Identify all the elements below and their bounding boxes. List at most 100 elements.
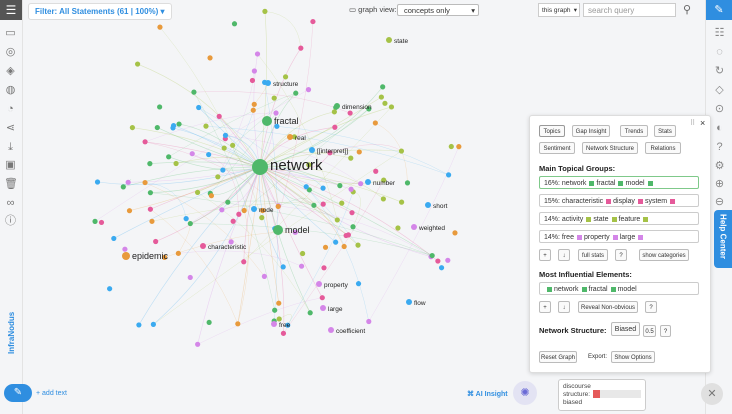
group-keyword[interactable]: characteristic — [562, 198, 603, 205]
network-graph[interactable]: network fractal model epidemic structure dime… — [22, 0, 527, 370]
topical-group-row[interactable]: 14%: activity state feature — [539, 212, 699, 225]
group-keyword[interactable]: display — [613, 198, 635, 205]
layers-icon[interactable]: ◎ — [4, 46, 17, 59]
group-keyword[interactable]: state — [593, 216, 608, 223]
graph-label[interactable]: node — [259, 207, 274, 214]
settings-icon[interactable]: ⚙ — [713, 160, 726, 173]
add-text-icon[interactable]: ✎ — [4, 384, 32, 402]
search-icon[interactable]: ⚲ — [683, 3, 691, 16]
close-circle-icon[interactable]: ✕ — [701, 383, 723, 405]
group-keyword[interactable]: network — [562, 180, 587, 187]
graph-label[interactable]: dimension — [342, 104, 372, 111]
graph-label[interactable]: state — [394, 38, 408, 45]
search-input[interactable]: search query — [583, 3, 676, 17]
expand-groups-button[interactable]: + — [539, 249, 551, 261]
ai-insight-link[interactable]: ⌘ AI Insight — [467, 390, 508, 398]
download-groups-button[interactable]: ↓ — [558, 249, 570, 261]
show-categories-button[interactable]: show categories — [639, 249, 689, 261]
tab-topics[interactable]: Topics — [539, 125, 565, 137]
circle-icon[interactable]: ◌ — [713, 46, 726, 59]
influential-keyword[interactable]: network — [554, 286, 579, 293]
group-keyword[interactable]: model — [625, 180, 644, 187]
palette-icon[interactable]: ◍ — [4, 84, 17, 97]
close-panel-button[interactable]: × — [700, 118, 705, 128]
influential-keyword[interactable]: fractal — [589, 286, 608, 293]
menu-icon[interactable]: ☰ — [0, 0, 22, 20]
graph-label[interactable]: fractal — [274, 116, 299, 126]
topical-group-row[interactable]: 15%: characteristic display system — [539, 194, 699, 207]
influential-color-swatch — [610, 286, 616, 292]
graph-label[interactable]: property — [324, 282, 349, 289]
ai-brain-icon[interactable]: ✺ — [513, 381, 537, 405]
tab-network-structure[interactable]: Network Structure — [582, 142, 638, 154]
graph-node — [380, 196, 386, 202]
target-icon[interactable]: ⊙ — [713, 103, 726, 116]
group-keyword[interactable]: fractal — [596, 180, 615, 187]
tab-gap-insight[interactable]: Gap Insight — [572, 125, 610, 137]
group-keyword[interactable]: feature — [619, 216, 641, 223]
full-stats-button[interactable]: full stats — [578, 249, 608, 261]
link-icon[interactable]: ∞ — [4, 197, 17, 210]
trash-icon[interactable]: 🗑 — [4, 178, 18, 191]
add-text-link[interactable]: + add text — [36, 390, 67, 397]
influential-row[interactable]: network fractal model — [539, 282, 699, 295]
topical-group-row[interactable]: 16%: network fractal model — [539, 176, 699, 189]
help-icon[interactable]: ? — [713, 141, 726, 154]
group-keyword[interactable]: free — [562, 234, 574, 241]
topical-group-row[interactable]: 14%: free property large — [539, 230, 699, 243]
graph-node — [187, 274, 193, 281]
help-center-button[interactable]: Help Center — [714, 210, 732, 268]
graph-label[interactable]: epidemic — [132, 251, 169, 261]
graph-label[interactable]: weighted — [418, 225, 445, 232]
graph-label[interactable]: structure — [273, 81, 299, 88]
chat-icon[interactable]: ✎ — [706, 0, 732, 20]
group-keyword[interactable]: large — [620, 234, 636, 241]
show-options-button[interactable]: Show Options — [611, 351, 655, 363]
influential-help-button[interactable]: ? — [645, 301, 657, 313]
refresh-icon[interactable]: ↻ — [713, 65, 726, 78]
influential-keyword[interactable]: model — [618, 286, 637, 293]
zoom-in-icon[interactable]: ⊕ — [713, 178, 726, 191]
group-keyword[interactable]: property — [584, 234, 610, 241]
share-icon[interactable]: ⋖ — [4, 122, 17, 135]
graph-label[interactable]: free — [279, 322, 291, 329]
tab-relations[interactable]: Relations — [645, 142, 681, 154]
group-keyword[interactable]: activity — [562, 216, 583, 223]
structure-help-button[interactable]: ? — [660, 325, 671, 337]
graph-label[interactable]: characteristic — [208, 244, 247, 251]
layers-alt-icon[interactable]: ◈ — [4, 65, 17, 78]
groups-help-button[interactable]: ? — [615, 249, 627, 261]
graph-label[interactable]: short — [433, 203, 448, 210]
graph-label[interactable]: [[interpret]] — [317, 148, 348, 155]
discourse-structure-widget[interactable]: discourse structure: biased — [558, 379, 646, 411]
discourse-bar — [593, 390, 641, 398]
expand-influential-button[interactable]: + — [539, 301, 551, 313]
graph-label[interactable]: model — [285, 225, 310, 235]
structure-value-badge[interactable]: Biased — [611, 322, 640, 336]
graph-label[interactable]: flow — [414, 300, 426, 307]
graph-label[interactable]: coefficient — [336, 328, 365, 335]
history-icon[interactable]: ◔ — [4, 103, 17, 116]
group-keyword[interactable]: system — [645, 198, 667, 205]
reveal-non-obvious-button[interactable]: Reveal Non-obvious — [578, 301, 638, 313]
reset-graph-button[interactable]: Reset Graph — [539, 351, 577, 363]
graph-label[interactable]: real — [295, 135, 306, 142]
drag-handle-icon[interactable]: ⠿ — [690, 119, 695, 127]
info-icon[interactable]: ⓘ — [4, 215, 17, 228]
graph-label[interactable]: number — [373, 180, 396, 187]
list-icon[interactable]: ☷ — [713, 27, 726, 40]
comment-icon[interactable]: ▭ — [4, 27, 17, 40]
download-icon[interactable]: ⤓ — [4, 141, 17, 154]
tab-sentiment[interactable]: Sentiment — [539, 142, 575, 154]
tab-trends[interactable]: Trends — [620, 125, 648, 137]
graph-node — [382, 100, 388, 106]
contrast-icon[interactable]: ◐ — [713, 122, 726, 135]
graph-node — [142, 179, 148, 186]
diamond-icon[interactable]: ◇ — [713, 84, 726, 97]
graph-label[interactable]: large — [328, 306, 343, 313]
save-icon[interactable]: ▣ — [4, 159, 17, 172]
tab-stats[interactable]: Stats — [654, 125, 676, 137]
graph-label[interactable]: network — [270, 157, 323, 174]
download-influential-button[interactable]: ↓ — [558, 301, 570, 313]
scope-select[interactable]: this graph ▾ — [538, 3, 580, 17]
